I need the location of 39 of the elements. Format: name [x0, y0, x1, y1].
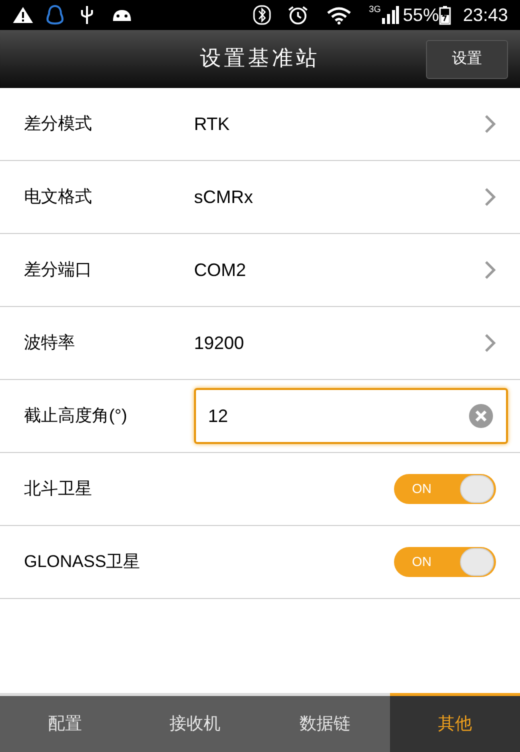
setting-value: RTK: [194, 112, 231, 136]
battery-icon: [438, 5, 451, 25]
setting-label: 差分模式: [24, 113, 93, 136]
signal-icon: [380, 6, 399, 24]
setting-label: 北斗卫星: [24, 478, 93, 500]
bluetooth-icon: [252, 5, 271, 25]
chevron-icon[interactable]: [484, 260, 496, 280]
setting-label: 差分端口: [24, 259, 93, 282]
wifi-icon: [324, 5, 353, 25]
warning-icon: [12, 6, 34, 24]
input-value: 12: [208, 404, 230, 428]
page-title: 设置基准站: [200, 46, 320, 72]
clock-time: 23:43: [462, 4, 508, 26]
alarm-icon: [286, 5, 309, 25]
setting-label: 截止高度角(°): [24, 405, 128, 428]
toggle-knob: [460, 475, 494, 503]
tab[interactable]: 接收机: [130, 696, 260, 752]
setting-label: GLONASS卫星: [24, 551, 142, 574]
tab[interactable]: 配置: [0, 696, 130, 752]
chevron-icon[interactable]: [484, 333, 496, 353]
network-type: 3G: [368, 3, 381, 16]
input-field[interactable]: 12: [194, 388, 508, 444]
toggle-text: ON: [411, 480, 432, 498]
android-icon: [110, 7, 134, 23]
setting-label: 电文格式: [24, 186, 93, 208]
tab[interactable]: 其他: [390, 693, 520, 752]
toggle-text: ON: [411, 553, 432, 572]
settings-button[interactable]: 设置: [426, 40, 508, 78]
setting-value: 19200: [194, 332, 246, 354]
chevron-icon[interactable]: [484, 114, 496, 134]
setting-value: sCMRx: [194, 186, 254, 208]
tab[interactable]: 数据链: [260, 696, 390, 752]
chevron-icon[interactable]: [484, 187, 496, 207]
toggle-knob: [460, 548, 494, 576]
setting-label: 波特率: [24, 332, 76, 354]
usb-icon: [80, 5, 94, 25]
clear-icon[interactable]: [468, 403, 494, 429]
setting-value: COM2: [194, 258, 248, 282]
battery-level: 55%: [402, 4, 439, 26]
